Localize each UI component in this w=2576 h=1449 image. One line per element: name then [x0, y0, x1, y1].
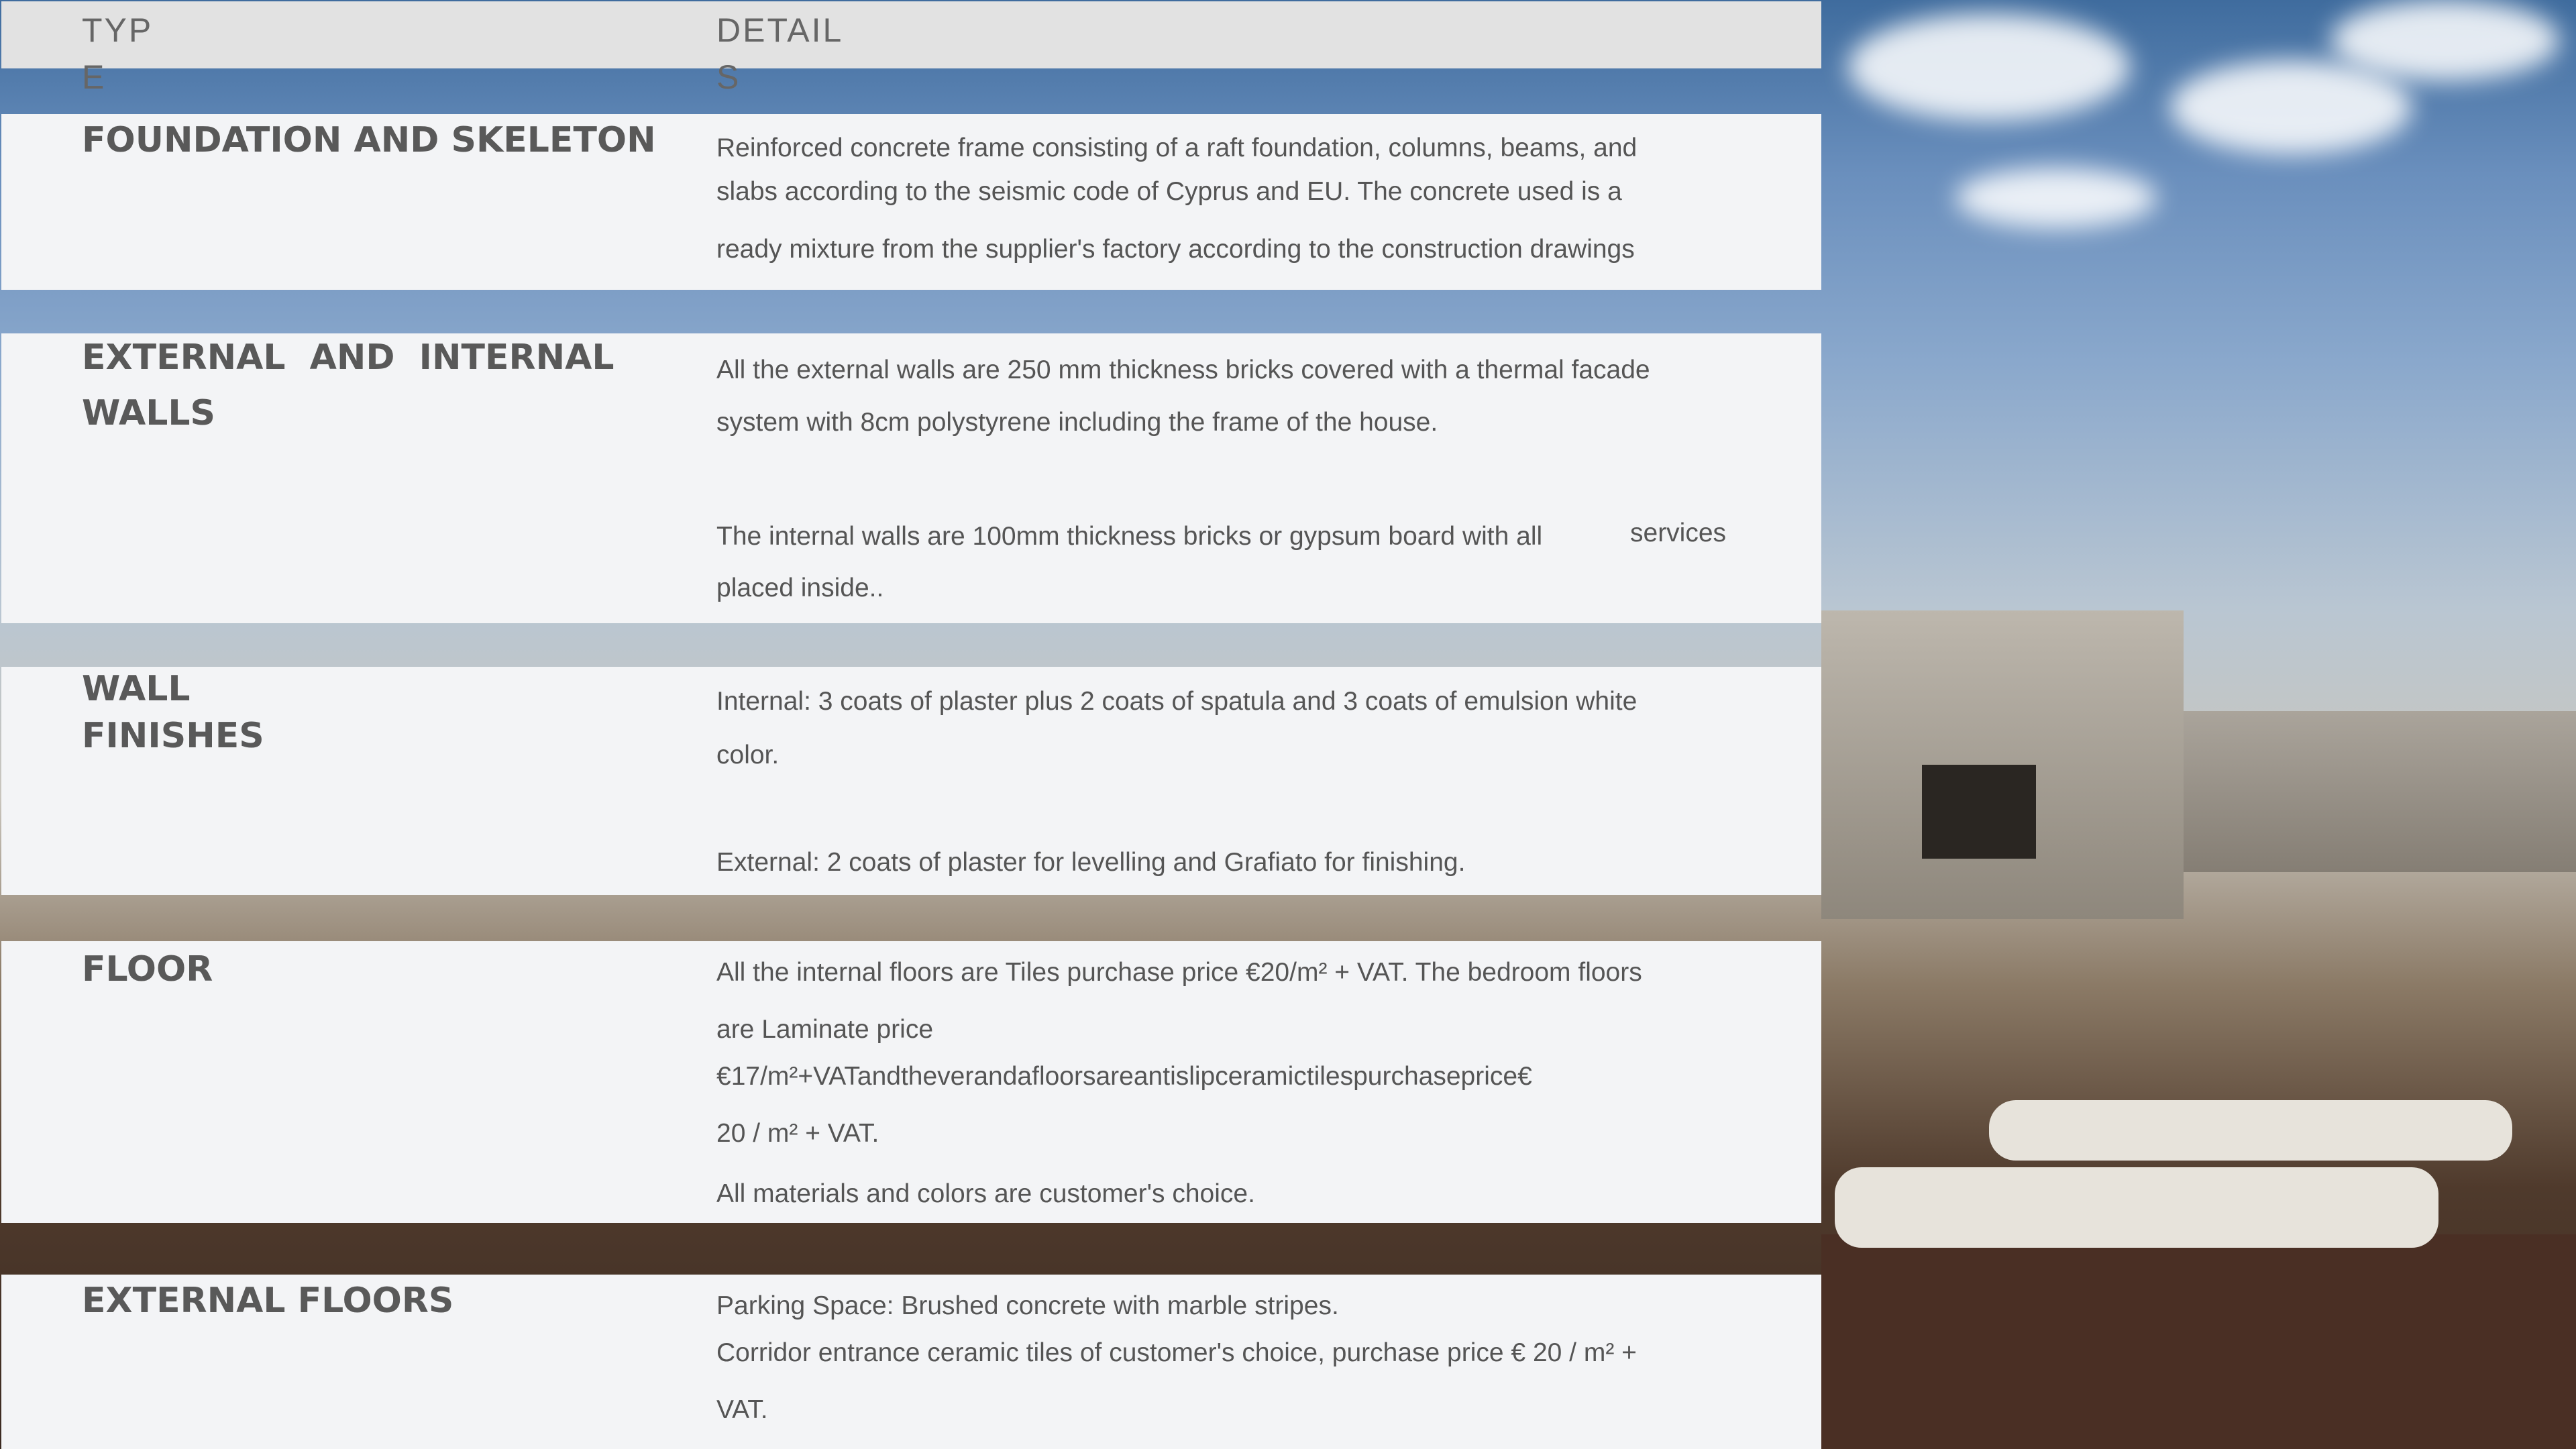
row-detail-walls-4: placed inside..	[716, 574, 884, 602]
row-detail-external-floors-2: Corridor entrance ceramic tiles of custo…	[716, 1338, 1637, 1367]
row-detail-walls-1: All the external walls are 250 mm thickn…	[716, 356, 1650, 384]
row-detail-foundation-1: Reinforced concrete frame consisting of …	[716, 133, 1638, 162]
row-type-walls-1: EXTERNAL AND INTERNAL	[82, 337, 614, 378]
row-type-external-floors: EXTERNAL FLOORS	[82, 1281, 454, 1321]
table-header	[1, 1, 1821, 68]
type-column-header: TYPE	[82, 11, 154, 96]
row-detail-floor-1: All the internal floors are Tiles purcha…	[716, 958, 1642, 987]
row-detail-walls-3: The internal walls are 100mm thickness b…	[716, 522, 1543, 551]
row-type-walls-2: WALLS	[82, 393, 215, 433]
row-type-foundation: FOUNDATION AND SKELETON	[82, 120, 656, 160]
row-detail-external-floors-1: Parking Space: Brushed concrete with mar…	[716, 1291, 1339, 1320]
row-detail-wall-finishes-3: External: 2 coats of plaster for levelli…	[716, 848, 1466, 877]
row-detail-floor-5: All materials and colors are customer's …	[716, 1179, 1255, 1208]
details-column-header: DETAILS	[716, 11, 844, 96]
row-detail-wall-finishes-1: Internal: 3 coats of plaster plus 2 coat…	[716, 687, 1638, 716]
row-detail-foundation-2: slabs according to the seismic code of C…	[716, 177, 1622, 206]
row-detail-floor-4: 20 / m² + VAT.	[716, 1119, 879, 1148]
row-type-floor: FLOOR	[82, 949, 213, 989]
row-detail-foundation-3: ready mixture from the supplier's factor…	[716, 235, 1635, 264]
row-detail-walls-2: system with 8cm polystyrene including th…	[716, 408, 1438, 437]
row-type-wall-finishes-2: FINISHES	[82, 716, 264, 756]
row-detail-external-floors-3: VAT.	[716, 1395, 768, 1424]
row-detail-walls-services: services	[1630, 519, 1727, 547]
row-detail-floor-2: are Laminate price	[716, 1015, 934, 1044]
row-detail-wall-finishes-2: color.	[716, 741, 780, 769]
rooftop-terrace-photo	[1821, 0, 2576, 1449]
row-detail-floor-3: €17/m²+VATandtheverandafloorsareantislip…	[716, 1062, 1532, 1091]
row-type-wall-finishes-1: WALL	[82, 669, 191, 709]
